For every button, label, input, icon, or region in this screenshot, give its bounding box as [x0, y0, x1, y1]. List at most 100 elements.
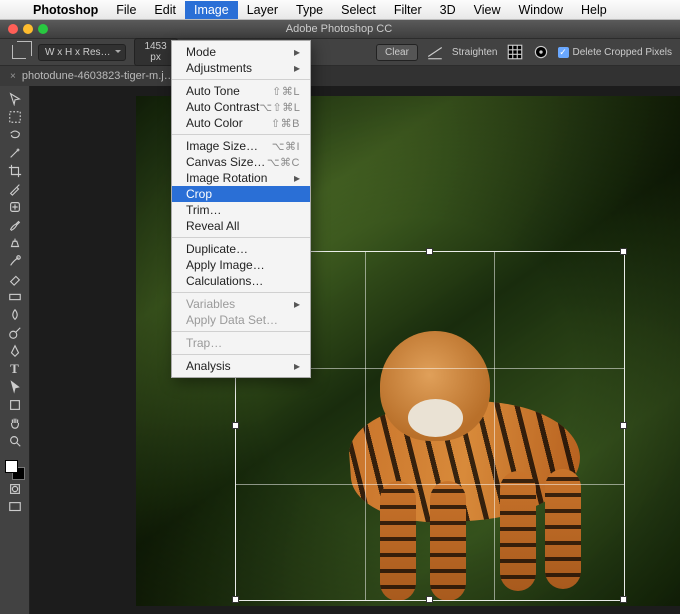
crop-handle-n[interactable] — [426, 248, 433, 255]
straighten-icon[interactable] — [426, 43, 444, 61]
menu-item-auto-contrast[interactable]: Auto Contrast⌥⇧⌘L — [172, 99, 310, 115]
brush-tool[interactable] — [3, 216, 27, 234]
hand-tool[interactable] — [3, 414, 27, 432]
menu-item-auto-color[interactable]: Auto Color⇧⌘B — [172, 115, 310, 131]
window-titlebar: Adobe Photoshop CC — [0, 20, 680, 38]
overlay-grid-icon[interactable] — [506, 43, 524, 61]
document-tab-bar: × photodune-4603823-tiger-m.j… — [0, 66, 680, 86]
menu-filter[interactable]: Filter — [385, 1, 431, 19]
menu-window[interactable]: Window — [510, 1, 572, 19]
menu-item-label: Analysis — [186, 359, 231, 373]
menu-item-label: Calculations… — [186, 274, 263, 288]
healing-brush-tool[interactable] — [3, 198, 27, 216]
menu-item-image-size[interactable]: Image Size…⌥⌘I — [172, 138, 310, 154]
document-tab[interactable]: × photodune-4603823-tiger-m.j… — [0, 66, 185, 86]
menu-item-crop[interactable]: Crop — [172, 186, 310, 202]
path-selection-tool[interactable] — [3, 378, 27, 396]
screen-mode-toggle[interactable] — [3, 498, 27, 516]
menu-separator — [172, 79, 310, 80]
clone-stamp-tool[interactable] — [3, 234, 27, 252]
eyedropper-tool[interactable] — [3, 180, 27, 198]
crop-tool[interactable] — [3, 162, 27, 180]
delete-cropped-checkbox[interactable]: ✓ Delete Cropped Pixels — [558, 47, 673, 58]
straighten-label: Straighten — [452, 47, 498, 58]
menu-item-apply-image[interactable]: Apply Image… — [172, 257, 310, 273]
crop-ratio-preset[interactable]: W x H x Res… — [38, 44, 126, 61]
zoom-window-button[interactable] — [38, 24, 48, 34]
menu-item-adjustments[interactable]: Adjustments▸ — [172, 60, 310, 76]
type-tool[interactable]: T — [3, 360, 27, 378]
clear-button[interactable]: Clear — [376, 44, 418, 61]
menu-item-analysis[interactable]: Analysis ▸ — [172, 358, 310, 374]
canvas[interactable] — [30, 86, 680, 614]
shape-tool[interactable] — [3, 396, 27, 414]
menu-layer[interactable]: Layer — [238, 1, 287, 19]
menu-separator — [172, 354, 310, 355]
menu-image[interactable]: Image — [185, 1, 238, 19]
crop-tool-icon[interactable] — [12, 45, 26, 59]
menu-item-calculations[interactable]: Calculations… — [172, 273, 310, 289]
menu-separator — [172, 134, 310, 135]
blur-tool[interactable] — [3, 306, 27, 324]
zoom-tool[interactable] — [3, 432, 27, 450]
options-bar: W x H x Res… 1453 px Clear Straighten ✓ … — [0, 38, 680, 66]
crop-settings-icon[interactable] — [532, 43, 550, 61]
menu-file[interactable]: File — [107, 1, 145, 19]
submenu-arrow-icon: ▸ — [294, 359, 300, 373]
menu-item-label: Variables — [186, 297, 235, 311]
menu-item-mode[interactable]: Mode▸ — [172, 44, 310, 60]
move-tool[interactable] — [3, 90, 27, 108]
gradient-tool[interactable] — [3, 288, 27, 306]
menu-item-reveal-all[interactable]: Reveal All — [172, 218, 310, 234]
menu-item-duplicate[interactable]: Duplicate… — [172, 241, 310, 257]
foreground-color-swatch[interactable] — [5, 460, 18, 473]
close-tab-icon[interactable]: × — [10, 71, 16, 82]
menu-view[interactable]: View — [465, 1, 510, 19]
crop-handle-s[interactable] — [426, 596, 433, 603]
crop-handle-se[interactable] — [620, 596, 627, 603]
menu-separator — [172, 331, 310, 332]
lasso-tool[interactable] — [3, 126, 27, 144]
crop-handle-e[interactable] — [620, 422, 627, 429]
menu-item-label: Adjustments — [186, 61, 252, 75]
menu-item-label: Duplicate… — [186, 242, 248, 256]
window-title: Adobe Photoshop CC — [48, 23, 630, 35]
photoshop-window: Adobe Photoshop CC W x H x Res… 1453 px … — [0, 20, 680, 614]
menu-help[interactable]: Help — [572, 1, 616, 19]
menu-item-label: Image Rotation — [186, 171, 267, 185]
marquee-tool[interactable] — [3, 108, 27, 126]
menu-item-label: Auto Tone — [186, 84, 240, 98]
menu-select[interactable]: Select — [332, 1, 385, 19]
menu-3d[interactable]: 3D — [431, 1, 465, 19]
menu-item-label: Auto Contrast — [186, 100, 259, 114]
menu-item-auto-tone[interactable]: Auto Tone⇧⌘L — [172, 83, 310, 99]
minimize-window-button[interactable] — [23, 24, 33, 34]
menu-item-label: Auto Color — [186, 116, 243, 130]
pen-tool[interactable] — [3, 342, 27, 360]
crop-handle-w[interactable] — [232, 422, 239, 429]
menu-item-label: Trap… — [186, 336, 222, 350]
history-brush-tool[interactable] — [3, 252, 27, 270]
menu-item-label: Canvas Size… — [186, 155, 265, 169]
color-swatches[interactable] — [5, 460, 25, 480]
quick-mask-toggle[interactable] — [3, 480, 27, 498]
menu-item-label: Reveal All — [186, 219, 239, 233]
eraser-tool[interactable] — [3, 270, 27, 288]
menu-item-canvas-size[interactable]: Canvas Size…⌥⌘C — [172, 154, 310, 170]
menu-type[interactable]: Type — [287, 1, 332, 19]
submenu-arrow-icon: ▸ — [294, 171, 300, 185]
dodge-tool[interactable] — [3, 324, 27, 342]
workspace: T — [0, 86, 680, 614]
menu-item-label: Apply Data Set… — [186, 313, 278, 327]
menu-item-label: Trim… — [186, 203, 222, 217]
menu-edit[interactable]: Edit — [145, 1, 185, 19]
menu-separator — [172, 292, 310, 293]
crop-handle-ne[interactable] — [620, 248, 627, 255]
menu-photoshop[interactable]: Photoshop — [24, 1, 107, 19]
magic-wand-tool[interactable] — [3, 144, 27, 162]
crop-handle-sw[interactable] — [232, 596, 239, 603]
menu-item-image-rotation[interactable]: Image Rotation ▸ — [172, 170, 310, 186]
close-window-button[interactable] — [8, 24, 18, 34]
menu-item-apply-data-set: Apply Data Set… — [172, 312, 310, 328]
menu-item-trim[interactable]: Trim… — [172, 202, 310, 218]
